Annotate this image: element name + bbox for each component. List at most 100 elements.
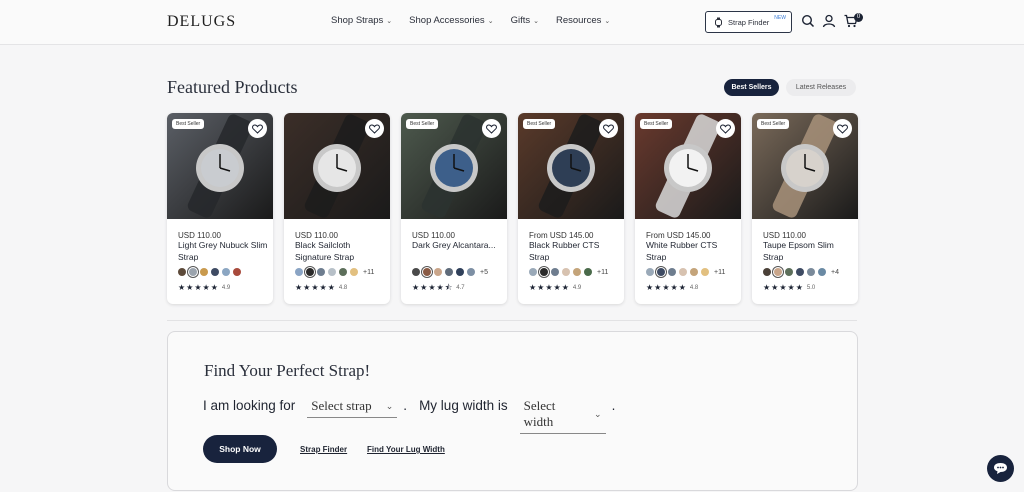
color-swatch[interactable]: [178, 268, 186, 276]
cart-count-badge: 0: [854, 13, 863, 22]
finder-prefix: I am looking for: [203, 398, 296, 413]
product-image[interactable]: Best Seller: [518, 113, 624, 219]
color-swatch[interactable]: [573, 268, 581, 276]
logo[interactable]: DELUGS: [167, 13, 236, 31]
color-swatch[interactable]: [690, 268, 698, 276]
color-swatch[interactable]: [233, 268, 241, 276]
color-swatch[interactable]: [657, 268, 665, 276]
lug-width-select[interactable]: Select width ⌄: [519, 398, 606, 434]
color-swatch[interactable]: [189, 268, 197, 276]
product-card[interactable]: Best Seller From USD 145.00 White Rubber C…: [635, 113, 741, 304]
color-swatch[interactable]: [646, 268, 654, 276]
chat-button[interactable]: [987, 455, 1014, 482]
product-card[interactable]: Best Seller USD 110.00 Taupe Epsom Slim St…: [752, 113, 858, 304]
star-icon: ★: [529, 283, 537, 292]
product-name[interactable]: Black Rubber CTS Strap: [529, 240, 621, 263]
color-swatch[interactable]: [412, 268, 420, 276]
site-header: DELUGS Shop Straps ⌄ Shop Accessories ⌄ Gi…: [0, 0, 1024, 45]
tab-latest-releases[interactable]: Latest Releases: [786, 79, 856, 96]
star-icon: ★: [763, 283, 771, 292]
product-image[interactable]: Best Seller: [167, 113, 273, 219]
account-icon[interactable]: [822, 14, 836, 28]
star-icon: ★: [319, 283, 327, 292]
product-image[interactable]: Best Seller: [752, 113, 858, 219]
wishlist-heart-icon[interactable]: [599, 119, 618, 138]
wishlist-heart-icon[interactable]: [716, 119, 735, 138]
color-swatch[interactable]: [200, 268, 208, 276]
nav-label: Shop Accessories: [409, 15, 485, 26]
color-swatch[interactable]: [350, 268, 358, 276]
strap-type-select[interactable]: Select strap ⌄: [307, 398, 398, 418]
shop-now-button[interactable]: Shop Now: [203, 435, 277, 463]
product-card[interactable]: Best Seller From USD 145.00 Black Rubber C…: [518, 113, 624, 304]
wishlist-heart-icon[interactable]: [482, 119, 501, 138]
product-card[interactable]: USD 110.00 Black Sailcloth Signature Stra…: [284, 113, 390, 304]
color-swatch[interactable]: [423, 268, 431, 276]
product-name[interactable]: Taupe Epsom Slim Strap: [763, 240, 855, 263]
product-image[interactable]: [284, 113, 390, 219]
more-colors-count[interactable]: +4: [831, 269, 839, 276]
color-swatch[interactable]: [456, 268, 464, 276]
color-swatch[interactable]: [551, 268, 559, 276]
color-swatch[interactable]: [540, 268, 548, 276]
main-nav: Shop Straps ⌄ Shop Accessories ⌄ Gifts ⌄ Re…: [331, 15, 610, 26]
tab-best-sellers[interactable]: Best Sellers: [724, 79, 779, 96]
color-swatch[interactable]: [763, 268, 771, 276]
product-price: From USD 145.00: [529, 231, 594, 240]
search-icon[interactable]: [801, 14, 815, 28]
color-swatch[interactable]: [679, 268, 687, 276]
find-lug-width-link[interactable]: Find Your Lug Width: [367, 445, 445, 454]
strap-finder-button[interactable]: Strap Finder NEW: [705, 11, 792, 33]
product-rating: ★ ★ ★ ★ ★ 4.8: [646, 284, 698, 292]
color-swatch[interactable]: [785, 268, 793, 276]
product-name[interactable]: Dark Grey Alcantara...: [412, 240, 504, 252]
color-swatch[interactable]: [211, 268, 219, 276]
product-carousel: Best Seller USD 110.00 Light Grey Nubuck S…: [167, 113, 858, 304]
strap-finder-link[interactable]: Strap Finder: [300, 445, 347, 454]
wishlist-heart-icon[interactable]: [248, 119, 267, 138]
more-colors-count[interactable]: +11: [714, 269, 725, 276]
nav-shop-accessories[interactable]: Shop Accessories ⌄: [409, 15, 493, 26]
color-swatch[interactable]: [668, 268, 676, 276]
product-image[interactable]: Best Seller: [635, 113, 741, 219]
more-colors-count[interactable]: +11: [597, 269, 608, 276]
wishlist-heart-icon[interactable]: [833, 119, 852, 138]
color-swatch[interactable]: [584, 268, 592, 276]
color-swatch[interactable]: [317, 268, 325, 276]
color-swatch[interactable]: [328, 268, 336, 276]
star-icon: ★: [787, 283, 795, 292]
nav-gifts[interactable]: Gifts ⌄: [511, 15, 539, 26]
nav-resources[interactable]: Resources ⌄: [556, 15, 610, 26]
more-colors-count[interactable]: +5: [480, 269, 488, 276]
color-swatch[interactable]: [339, 268, 347, 276]
product-name[interactable]: Light Grey Nubuck Slim Strap: [178, 240, 270, 263]
nav-shop-straps[interactable]: Shop Straps ⌄: [331, 15, 392, 26]
select-value: Select width: [523, 398, 556, 429]
color-swatch[interactable]: [306, 268, 314, 276]
product-card[interactable]: Best Seller USD 110.00 Light Grey Nubuck S…: [167, 113, 273, 304]
star-icon: ★: [670, 283, 678, 292]
product-name[interactable]: White Rubber CTS Strap: [646, 240, 738, 263]
product-name[interactable]: Black Sailcloth Signature Strap: [295, 240, 387, 263]
nav-label: Resources: [555, 15, 602, 26]
color-swatch[interactable]: [796, 268, 804, 276]
color-swatch[interactable]: [295, 268, 303, 276]
product-rating: ★ ★ ★ ★ ⯪ 4.7: [412, 284, 465, 292]
color-swatch[interactable]: [434, 268, 442, 276]
color-swatch[interactable]: [818, 268, 826, 276]
more-colors-count[interactable]: +11: [363, 269, 374, 276]
color-swatch[interactable]: [774, 268, 782, 276]
best-seller-badge: Best Seller: [640, 119, 673, 129]
nav-label: Shop Straps: [331, 15, 384, 26]
color-swatch[interactable]: [445, 268, 453, 276]
product-price: From USD 145.00: [646, 231, 711, 240]
color-swatch[interactable]: [222, 268, 230, 276]
color-swatch[interactable]: [467, 268, 475, 276]
product-card[interactable]: Best Seller USD 110.00 Dark Grey Alcantara…: [401, 113, 507, 304]
color-swatch[interactable]: [562, 268, 570, 276]
color-swatch[interactable]: [807, 268, 815, 276]
wishlist-heart-icon[interactable]: [365, 119, 384, 138]
product-image[interactable]: Best Seller: [401, 113, 507, 219]
color-swatch[interactable]: [529, 268, 537, 276]
color-swatch[interactable]: [701, 268, 709, 276]
